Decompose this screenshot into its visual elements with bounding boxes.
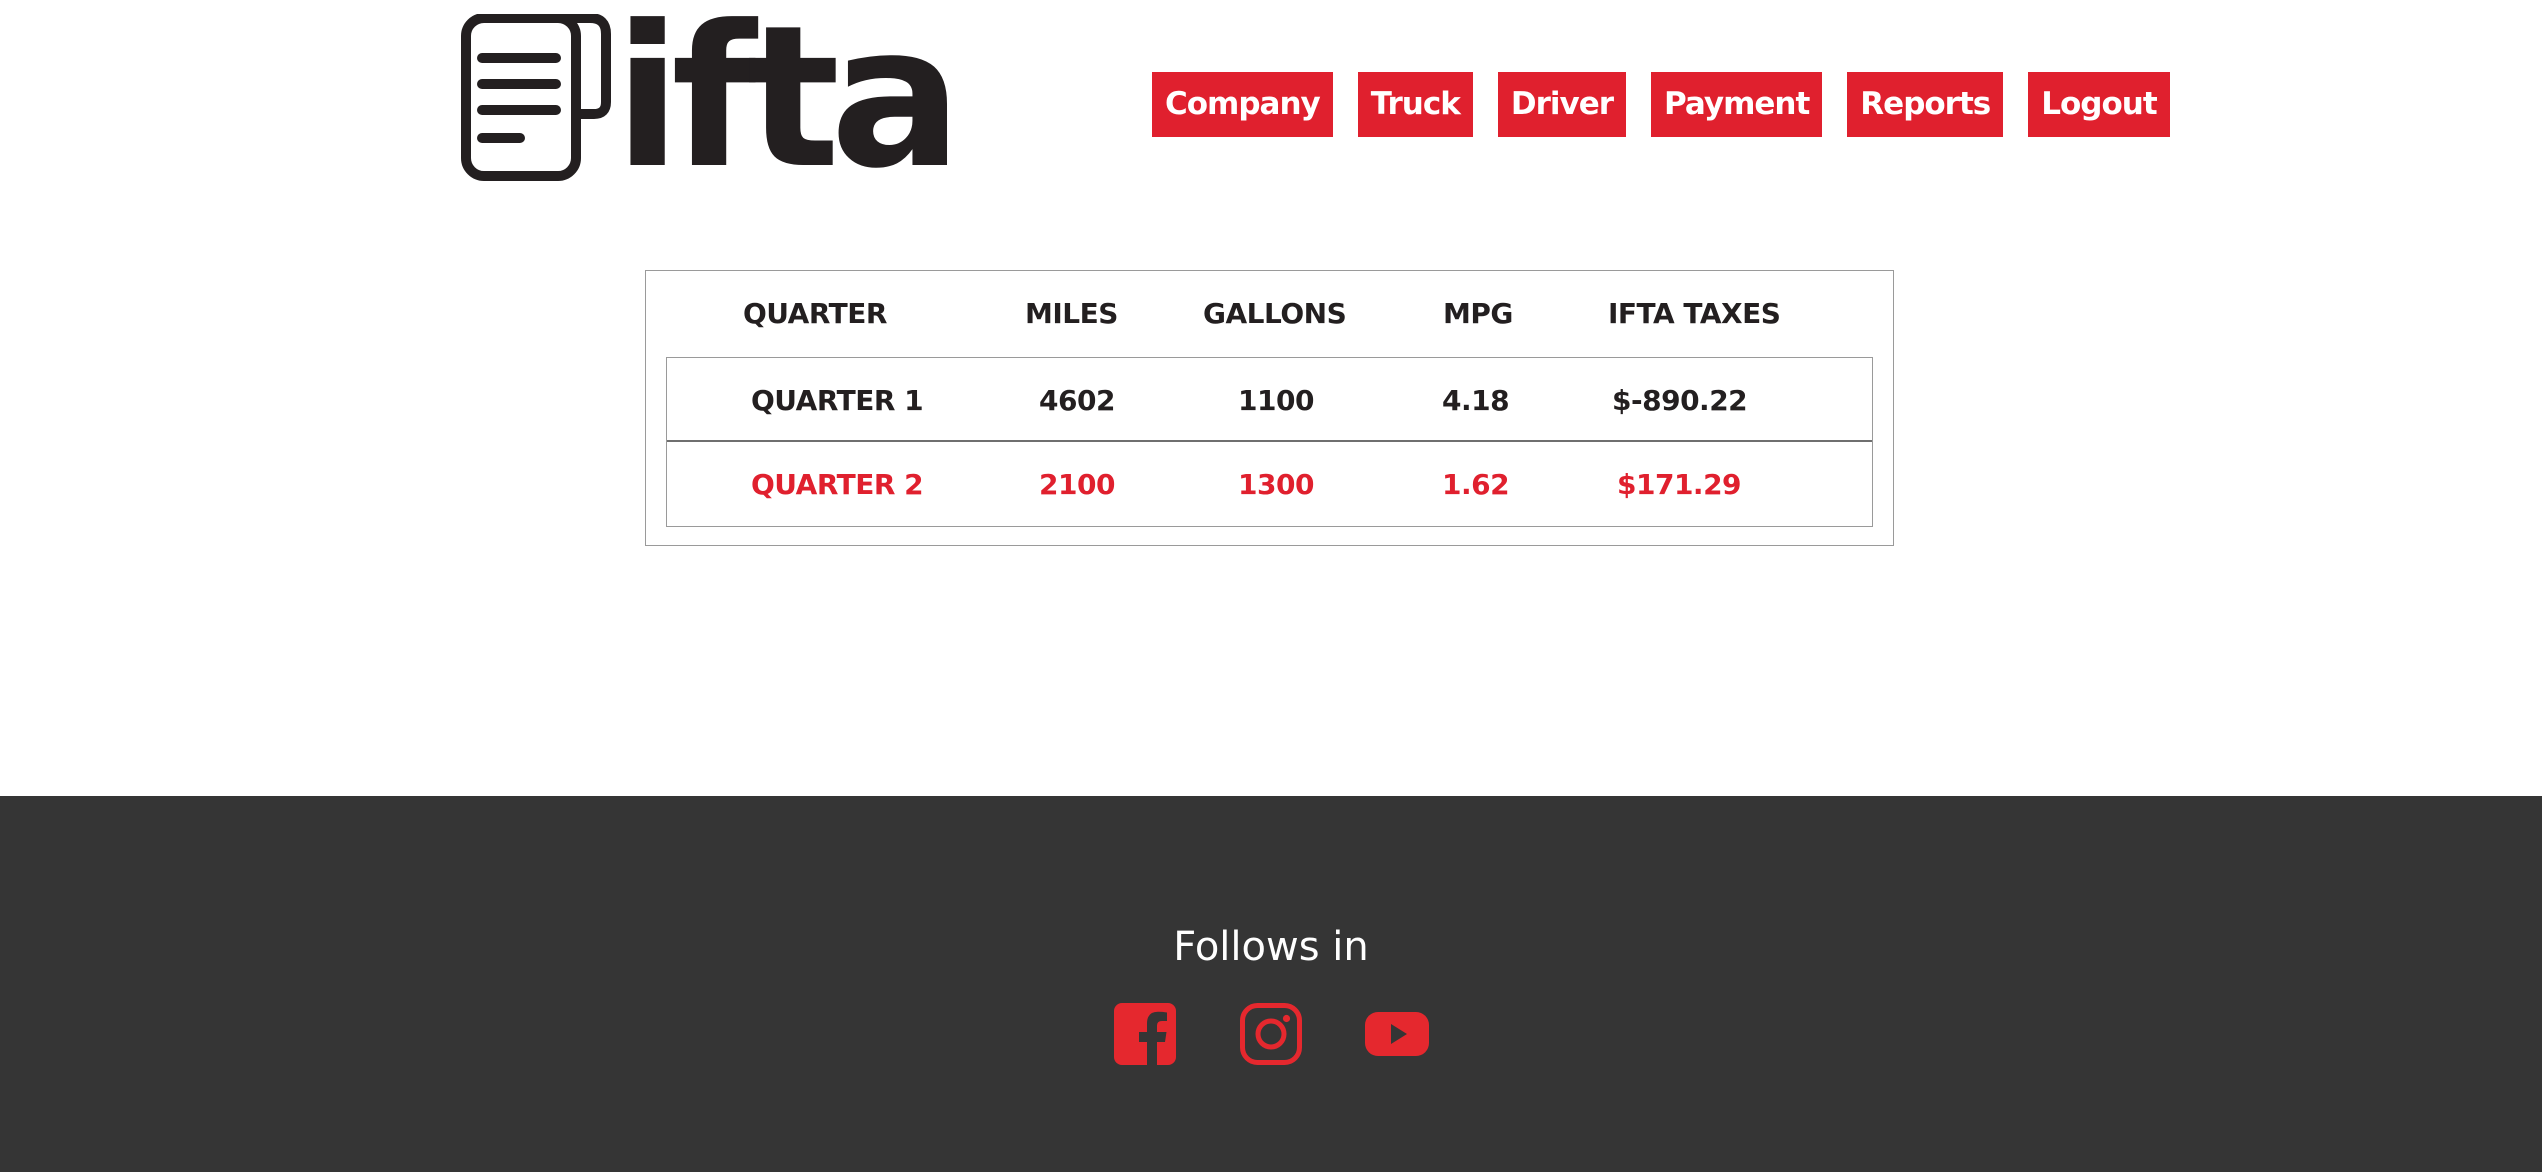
nav-payment-button[interactable]: Payment <box>1651 72 1823 137</box>
column-header-quarter: QUARTER <box>743 297 887 330</box>
facebook-icon[interactable] <box>1113 1002 1177 1066</box>
nav-company-button[interactable]: Company <box>1152 72 1333 137</box>
cell-ifta-taxes: $-890.22 <box>1612 384 1748 417</box>
nav-driver-button[interactable]: Driver <box>1497 72 1627 137</box>
social-links <box>1113 1002 1429 1066</box>
nav-truck-button[interactable]: Truck <box>1357 72 1473 137</box>
quarterly-report-table: QUARTER MILES GALLONS MPG IFTA TAXES QUA… <box>645 270 1894 546</box>
document-icon <box>461 14 611 181</box>
instagram-icon[interactable] <box>1239 1002 1303 1066</box>
footer: Follows in <box>0 796 2542 1172</box>
column-header-miles: MILES <box>1025 297 1118 330</box>
youtube-icon[interactable] <box>1365 1002 1429 1066</box>
cell-mpg: 4.18 <box>1442 384 1510 417</box>
nav-reports-button[interactable]: Reports <box>1847 72 2004 137</box>
nav-logout-button[interactable]: Logout <box>2028 72 2170 137</box>
cell-miles: 2100 <box>1039 468 1115 501</box>
cell-mpg: 1.62 <box>1442 468 1510 501</box>
table-row[interactable]: QUARTER 1 4602 1100 4.18 $-890.22 <box>667 358 1872 442</box>
cell-miles: 4602 <box>1039 384 1115 417</box>
follow-heading: Follows in <box>1173 924 1369 970</box>
site-logo[interactable]: ifta <box>460 0 962 212</box>
column-header-ifta-taxes: IFTA TAXES <box>1608 297 1781 330</box>
cell-gallons: 1100 <box>1238 384 1314 417</box>
cell-quarter: QUARTER 2 <box>751 468 924 501</box>
cell-gallons: 1300 <box>1238 468 1314 501</box>
column-header-gallons: GALLONS <box>1203 297 1347 330</box>
table-row[interactable]: QUARTER 2 2100 1300 1.62 $171.29 <box>667 442 1872 526</box>
table-header: QUARTER MILES GALLONS MPG IFTA TAXES <box>646 289 1893 337</box>
table-body: QUARTER 1 4602 1100 4.18 $-890.22 QUARTE… <box>666 357 1873 527</box>
column-header-mpg: MPG <box>1443 297 1513 330</box>
cell-quarter: QUARTER 1 <box>751 384 924 417</box>
cell-ifta-taxes: $171.29 <box>1617 468 1742 501</box>
logo-text: ifta <box>614 0 962 212</box>
main-nav: Company Truck Driver Payment Reports Log… <box>1152 72 2170 137</box>
